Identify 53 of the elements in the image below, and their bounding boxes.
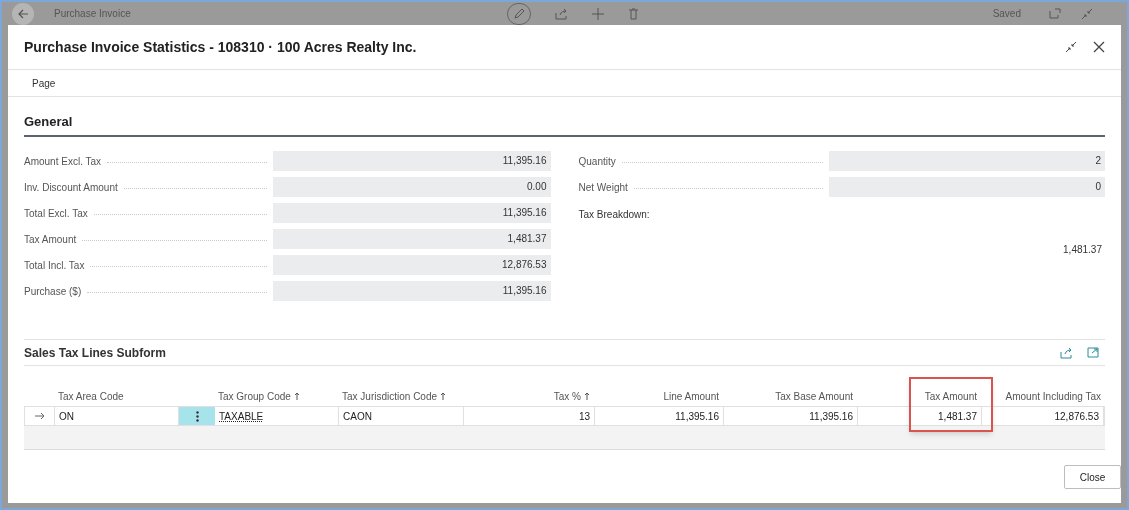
column-header[interactable]: Tax Base Amount [775, 388, 853, 404]
value-field: 1,481.37 [273, 229, 551, 249]
expand-icon[interactable] [1087, 347, 1099, 358]
close-button[interactable]: Close [1064, 465, 1121, 489]
section-title: Sales Tax Lines Subform [24, 344, 166, 362]
share-icon[interactable] [1060, 346, 1073, 359]
value-field: 0.00 [273, 177, 551, 197]
menu-tab[interactable]: Page [32, 75, 56, 91]
pencil-icon [512, 7, 525, 20]
value-field: 11,395.16 [273, 281, 551, 301]
share-icon[interactable] [554, 7, 568, 20]
open-new-window-icon[interactable] [1049, 8, 1061, 19]
table-cell: 12,876.53 [982, 407, 1104, 425]
field-label: Total Incl. Tax [24, 258, 86, 273]
field-label: Purchase ($) [24, 284, 83, 299]
value-field: 12,876.53 [273, 255, 551, 275]
column-header[interactable]: Tax Amount [924, 388, 977, 404]
value-field: 11,395.16 [273, 151, 551, 171]
field-label: Quantity [578, 154, 617, 169]
saved-status: Saved [992, 7, 1021, 21]
field-label: Total Excl. Tax [24, 206, 89, 221]
value-field: 11,395.16 [273, 203, 551, 223]
field-label: Tax Breakdown: [578, 208, 651, 222]
plus-icon[interactable] [591, 7, 604, 20]
row-menu-button[interactable] [179, 407, 215, 425]
column-header[interactable]: Line Amount [663, 388, 719, 404]
column-header[interactable]: Tax % [553, 388, 581, 404]
close-icon[interactable] [1093, 41, 1105, 53]
delete-icon[interactable] [627, 7, 639, 20]
value-text: 1,481.37 [1062, 243, 1103, 257]
table-cell: TAXABLE [215, 407, 339, 425]
dialog-title: Purchase Invoice Statistics - 108310 · 100 Acres Realty Inc. [24, 37, 417, 57]
field-label: Inv. Discount Amount [24, 180, 119, 195]
column-header[interactable]: Amount Including Tax [1005, 388, 1101, 404]
value-field: 0 [828, 177, 1105, 197]
field-label: Tax Amount [24, 232, 78, 247]
back-button[interactable] [12, 2, 34, 25]
table-cell: 1,481.37 [858, 407, 982, 425]
table-cell: 13 [464, 407, 595, 425]
value-field: 2 [828, 151, 1105, 171]
back-arrow-icon [17, 7, 29, 20]
collapse-icon[interactable] [1065, 41, 1077, 53]
table-cell: 11,395.16 [595, 407, 724, 425]
table-cell: 11,395.16 [724, 407, 858, 425]
column-header[interactable]: Tax Area Code [58, 388, 124, 404]
field-label: Amount Excl. Tax [24, 154, 103, 169]
more-options-icon [195, 410, 199, 422]
column-header[interactable]: Tax Jurisdiction Code [342, 388, 438, 404]
table-cell: CAON [339, 407, 464, 425]
page-title: Purchase Invoice [54, 7, 131, 21]
section-title: General [24, 114, 73, 129]
column-header[interactable]: Tax Group Code [218, 388, 291, 404]
field-label: Net Weight [578, 180, 629, 195]
